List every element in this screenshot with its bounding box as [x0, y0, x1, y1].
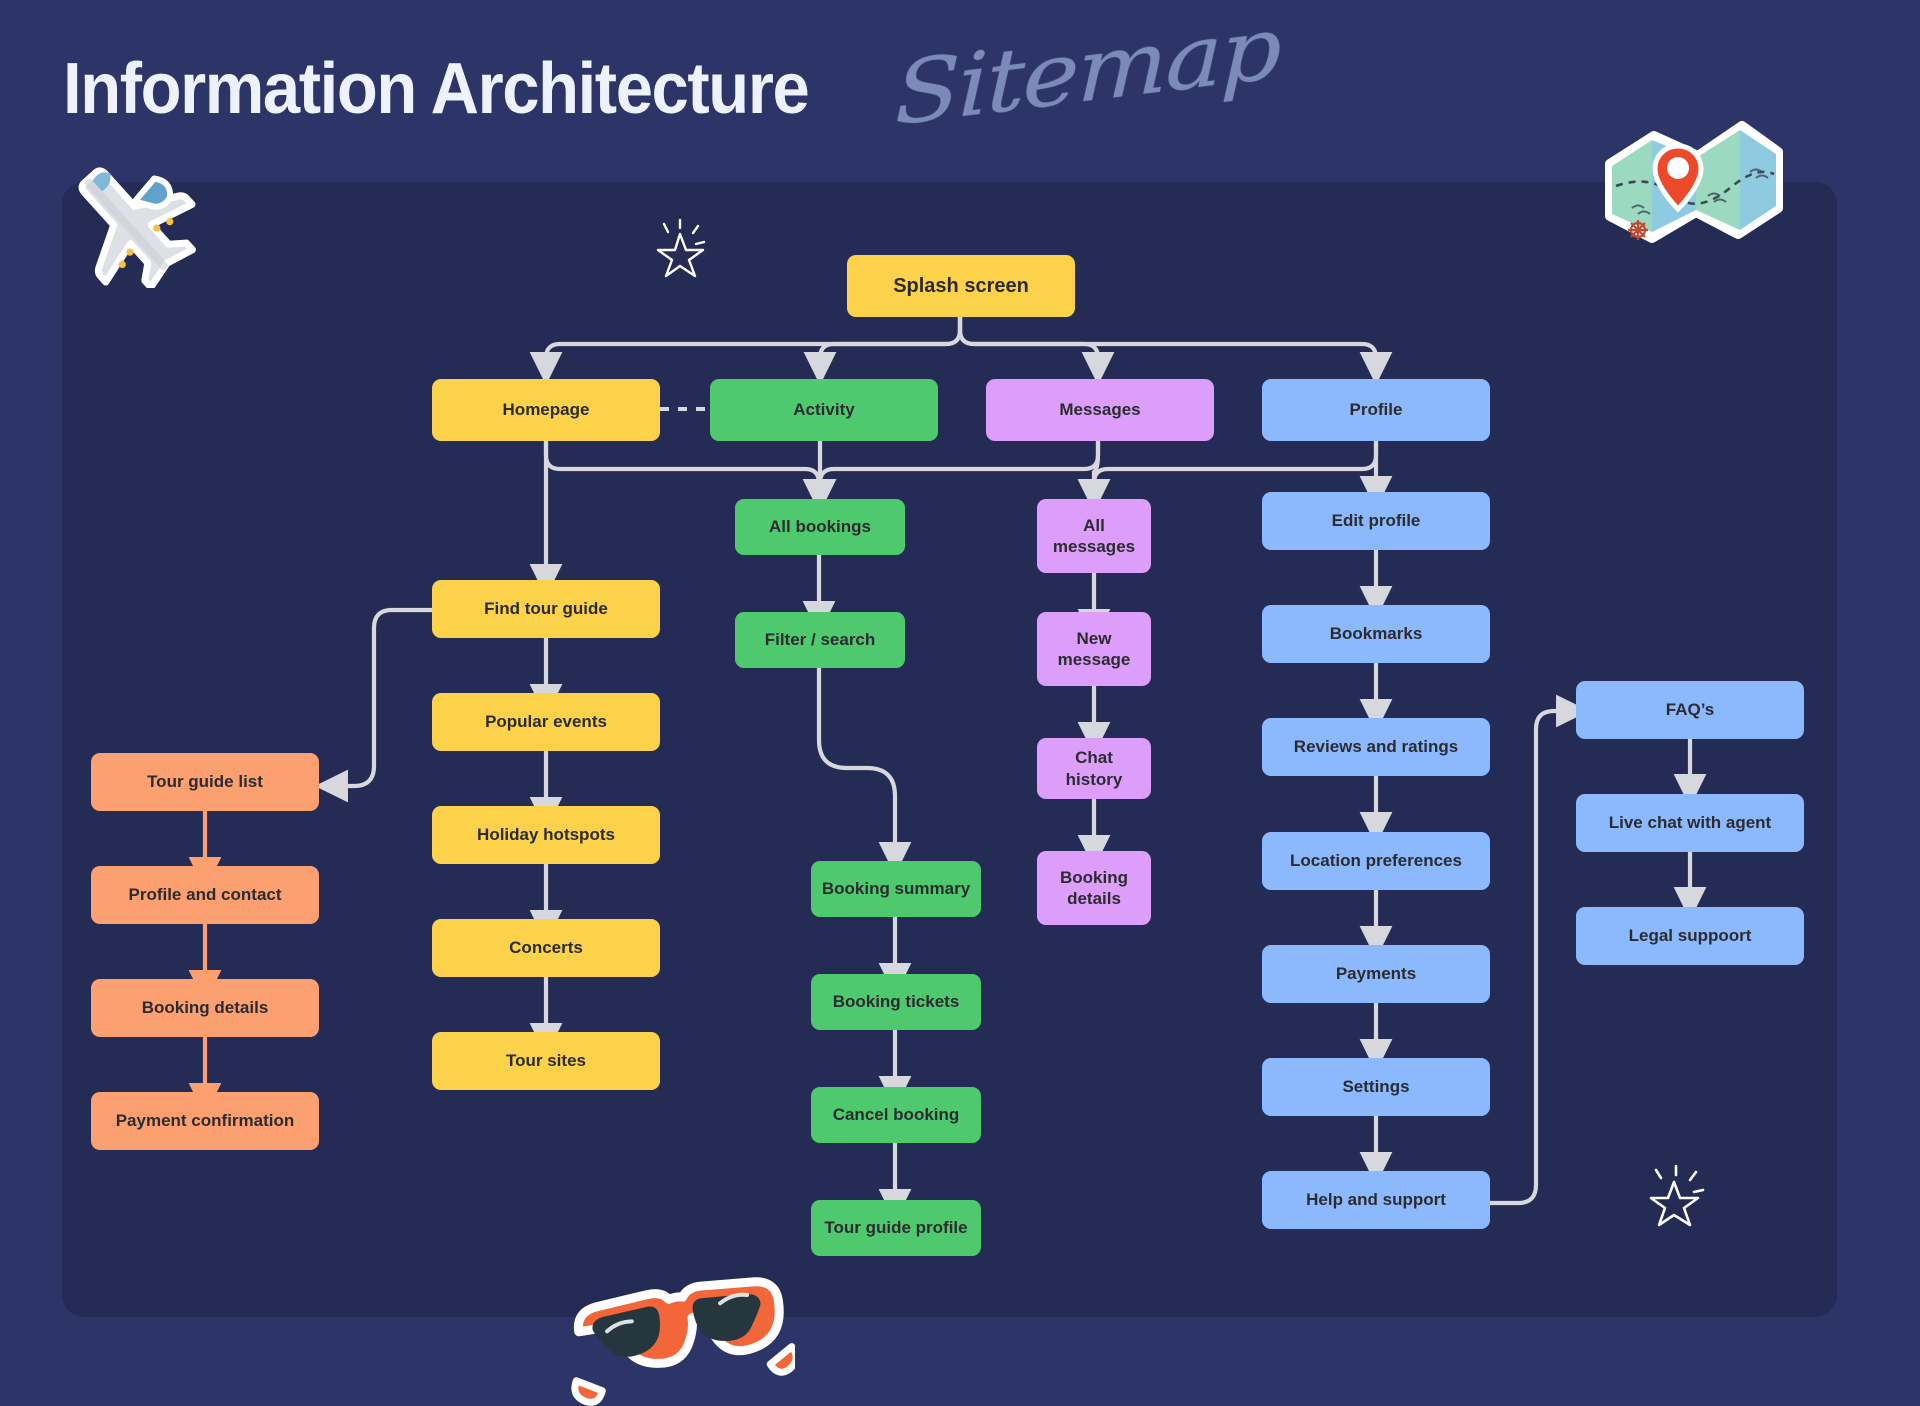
- node-location-preferences[interactable]: Location preferences: [1262, 832, 1490, 890]
- sparkle-star-icon: [656, 218, 706, 278]
- node-faqs[interactable]: FAQ’s: [1576, 681, 1804, 739]
- node-all-bookings[interactable]: All bookings: [735, 499, 905, 555]
- node-payment-confirmation[interactable]: Payment confirmation: [91, 1092, 319, 1150]
- node-tour-guide-list[interactable]: Tour guide list: [91, 753, 319, 811]
- node-filter-search[interactable]: Filter / search: [735, 612, 905, 668]
- node-legal-support[interactable]: Legal suppoort: [1576, 907, 1804, 965]
- node-booking-tickets[interactable]: Booking tickets: [811, 974, 981, 1030]
- node-popular-events[interactable]: Popular events: [432, 693, 660, 751]
- node-booking-details-purple[interactable]: Booking details: [1037, 851, 1151, 925]
- node-booking-summary[interactable]: Booking summary: [811, 861, 981, 917]
- airplane-sticker: [78, 167, 196, 288]
- node-new-message[interactable]: New message: [1037, 612, 1151, 686]
- sunglasses-sticker: [571, 1277, 795, 1406]
- node-cancel-booking[interactable]: Cancel booking: [811, 1087, 981, 1143]
- node-holiday-hotspots[interactable]: Holiday hotspots: [432, 806, 660, 864]
- node-concerts[interactable]: Concerts: [432, 919, 660, 977]
- node-splash-screen[interactable]: Splash screen: [847, 255, 1075, 317]
- sparkle-star-icon: [1649, 1164, 1705, 1227]
- node-live-chat-with-agent[interactable]: Live chat with agent: [1576, 794, 1804, 852]
- node-bookmarks[interactable]: Bookmarks: [1262, 605, 1490, 663]
- node-profile-and-contact[interactable]: Profile and contact: [91, 866, 319, 924]
- node-chat-history[interactable]: Chat history: [1037, 738, 1151, 799]
- node-tour-guide-profile[interactable]: Tour guide profile: [811, 1200, 981, 1256]
- node-all-messages[interactable]: All messages: [1037, 499, 1151, 573]
- node-find-tour-guide[interactable]: Find tour guide: [432, 580, 660, 638]
- node-settings[interactable]: Settings: [1262, 1058, 1490, 1116]
- node-payments[interactable]: Payments: [1262, 945, 1490, 1003]
- sitemap-canvas: Information Architecture Sitemap Splash …: [0, 0, 1920, 1406]
- node-activity[interactable]: Activity: [710, 379, 938, 441]
- node-tour-sites[interactable]: Tour sites: [432, 1032, 660, 1090]
- node-messages[interactable]: Messages: [986, 379, 1214, 441]
- node-profile[interactable]: Profile: [1262, 379, 1490, 441]
- node-reviews-and-ratings[interactable]: Reviews and ratings: [1262, 718, 1490, 776]
- node-booking-details-orange[interactable]: Booking details: [91, 979, 319, 1037]
- node-homepage[interactable]: Homepage: [432, 379, 660, 441]
- folded-map-sticker: [1605, 121, 1783, 243]
- node-edit-profile[interactable]: Edit profile: [1262, 492, 1490, 550]
- node-help-and-support[interactable]: Help and support: [1262, 1171, 1490, 1229]
